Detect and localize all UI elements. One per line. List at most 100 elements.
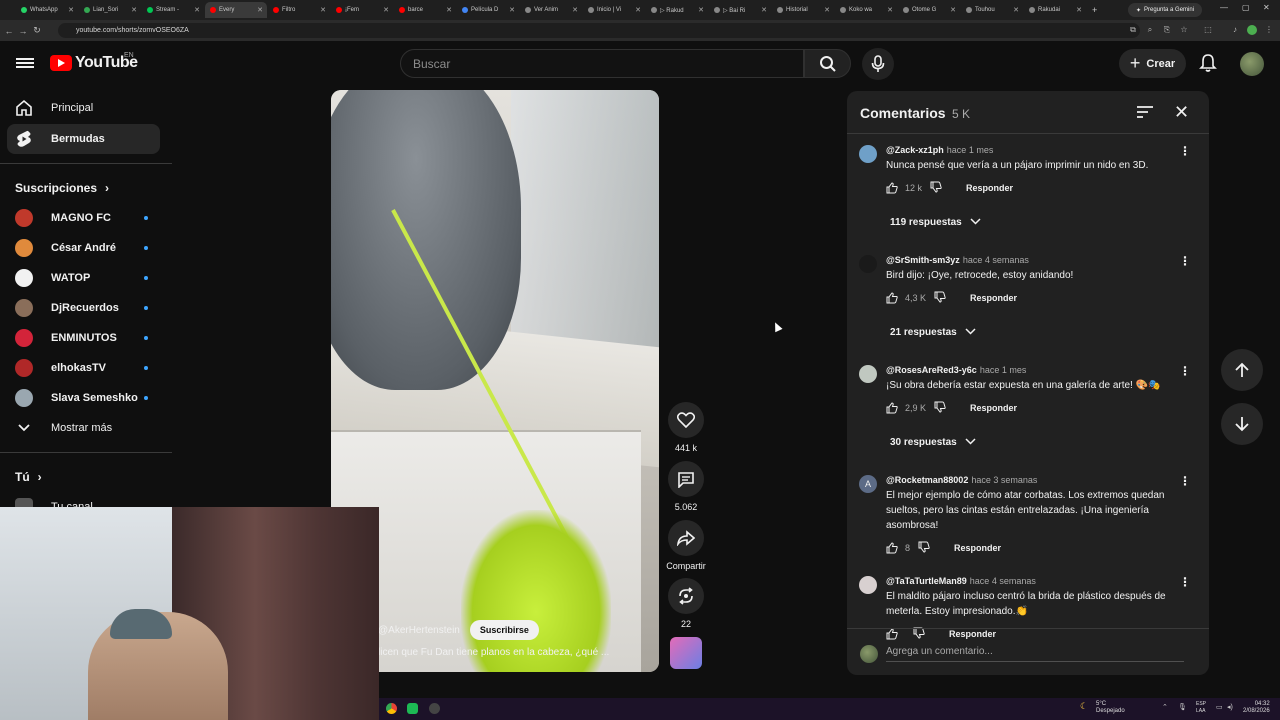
youtube-logo[interactable]: YouTube EN — [50, 52, 138, 72]
sidebar-subscription[interactable]: WATOP — [15, 267, 155, 289]
close-window-icon[interactable]: ✕ — [1263, 3, 1270, 12]
sidebar-subscription[interactable]: DjRecuerdos — [15, 297, 155, 319]
sidebar-item-bermudas[interactable]: Bermudas — [7, 124, 160, 154]
translate-icon[interactable]: ⧉ — [1128, 25, 1138, 35]
browser-tab[interactable]: ¡Fem ✕ — [331, 2, 393, 18]
browser-tab[interactable]: ▷ Bai Ri ✕ — [709, 2, 771, 18]
tab-close-icon[interactable]: ✕ — [572, 6, 578, 14]
commenter-avatar[interactable] — [859, 255, 877, 273]
browser-tab[interactable]: Touhou ✕ — [961, 2, 1023, 18]
close-icon[interactable]: ✕ — [1174, 103, 1189, 121]
tab-close-icon[interactable]: ✕ — [635, 6, 641, 14]
browser-tab[interactable]: WhatsApp ✕ — [16, 2, 78, 18]
tab-close-icon[interactable]: ✕ — [887, 6, 893, 14]
account-avatar[interactable] — [1240, 52, 1264, 76]
comment-time[interactable]: hace 3 semanas — [971, 475, 1037, 485]
thumbs-up-icon[interactable] — [886, 182, 898, 194]
comment-author[interactable]: @TaTaTurtleMan89 — [886, 576, 967, 586]
thumbs-down-icon[interactable] — [930, 181, 942, 195]
create-button[interactable]: + Crear — [1119, 49, 1186, 78]
browser-tab[interactable]: Stream - ✕ — [142, 2, 204, 18]
thumbs-up-icon[interactable] — [886, 402, 898, 414]
thumbs-down-icon[interactable] — [934, 291, 946, 305]
browser-tab[interactable]: Filtro ✕ — [268, 2, 330, 18]
maximize-icon[interactable]: ▢ — [1242, 3, 1250, 12]
reload-icon[interactable]: ↻ — [31, 25, 43, 36]
comment-time[interactable]: hace 4 semanas — [963, 255, 1029, 265]
tab-close-icon[interactable]: ✕ — [131, 6, 137, 14]
commenter-avatar[interactable] — [859, 145, 877, 163]
tab-close-icon[interactable]: ✕ — [509, 6, 515, 14]
thumbs-up-icon[interactable] — [886, 542, 898, 554]
comment-more-icon[interactable]: ⋮ — [1179, 576, 1191, 588]
browser-tab[interactable]: ▷ Rakud ✕ — [646, 2, 708, 18]
browser-tab[interactable]: Every ✕ — [205, 2, 267, 18]
view-replies-button[interactable]: 30 respuestas — [890, 437, 976, 448]
reply-button[interactable]: Responder — [970, 293, 1017, 303]
sidebar-subscription[interactable]: Slava Semeshko — [15, 387, 155, 409]
browser-tab[interactable]: Película D ✕ — [457, 2, 519, 18]
sidebar-subscription[interactable]: César André — [15, 237, 155, 259]
tray-chevron-icon[interactable]: ⌃ — [1162, 703, 1168, 711]
tab-close-icon[interactable]: ✕ — [824, 6, 830, 14]
tab-close-icon[interactable]: ✕ — [698, 6, 704, 14]
zoom-icon[interactable]: ⌕ — [1145, 25, 1155, 35]
gemini-button[interactable]: ✦ Pregunta a Gemini — [1128, 3, 1202, 17]
mic-tray-icon[interactable]: 🎙 — [1178, 703, 1187, 711]
network-icon[interactable]: ▭ — [1216, 703, 1223, 711]
bookmark-star-icon[interactable]: ☆ — [1179, 25, 1189, 35]
notifications-bell-icon[interactable] — [1198, 53, 1218, 73]
language-indicator[interactable]: ESP LAA — [1196, 701, 1206, 715]
previous-short-button[interactable] — [1221, 349, 1263, 391]
view-replies-button[interactable]: 21 respuestas — [890, 327, 976, 338]
menu-dots-icon[interactable]: ⋮ — [1264, 25, 1274, 35]
menu-hamburger-icon[interactable] — [16, 56, 34, 70]
comment-more-icon[interactable]: ⋮ — [1179, 145, 1191, 157]
next-short-button[interactable] — [1221, 403, 1263, 445]
comment-more-icon[interactable]: ⋮ — [1179, 365, 1191, 377]
reply-button[interactable]: Responder — [966, 183, 1013, 193]
browser-tab[interactable]: barce ✕ — [394, 2, 456, 18]
chrome-taskbar-icon[interactable] — [386, 703, 397, 714]
subscribe-button[interactable]: Suscribirse — [469, 620, 539, 640]
sidebar-subscription[interactable]: MAGNO FC — [15, 207, 155, 229]
channel-handle[interactable]: @AkerHertenstein — [378, 625, 460, 636]
reply-button[interactable]: Responder — [954, 543, 1001, 553]
comment-more-icon[interactable]: ⋮ — [1179, 255, 1191, 267]
clock[interactable]: 04:32 2/08/2026 — [1243, 701, 1270, 715]
tab-close-icon[interactable]: ✕ — [950, 6, 956, 14]
tab-close-icon[interactable]: ✕ — [761, 6, 767, 14]
back-icon[interactable]: ← — [3, 26, 15, 36]
commenter-avatar[interactable]: A — [859, 475, 877, 493]
add-comment-input[interactable]: Agrega un comentario... — [886, 646, 1184, 662]
cast-icon[interactable]: ⎘ — [1162, 25, 1172, 35]
thumbs-down-icon[interactable] — [918, 541, 930, 555]
comment-time[interactable]: hace 1 mes — [980, 365, 1027, 375]
search-button[interactable] — [804, 49, 851, 78]
url-field[interactable]: youtube.com/shorts/zomvOSEO6ZA — [58, 23, 1140, 38]
tab-close-icon[interactable]: ✕ — [1013, 6, 1019, 14]
thumbs-down-icon[interactable] — [934, 401, 946, 415]
remix-button[interactable] — [668, 578, 704, 614]
sidebar-subscription[interactable]: ENMINUTOS — [15, 327, 155, 349]
minimize-icon[interactable]: — — [1220, 3, 1228, 12]
tab-close-icon[interactable]: ✕ — [446, 6, 452, 14]
extensions-icon[interactable]: ⬚ — [1203, 25, 1213, 35]
you-header[interactable]: Tú › — [15, 470, 42, 484]
tab-close-icon[interactable]: ✕ — [1076, 6, 1082, 14]
reply-button[interactable]: Responder — [970, 403, 1017, 413]
obs-taskbar-icon[interactable] — [429, 703, 440, 714]
subscriptions-header[interactable]: Suscripciones › — [15, 181, 109, 195]
browser-tab[interactable]: Rakudai ✕ — [1024, 2, 1086, 18]
media-icon[interactable]: ♪ — [1230, 25, 1240, 35]
comment-more-icon[interactable]: ⋮ — [1179, 475, 1191, 487]
volume-icon[interactable]: ◂) — [1227, 703, 1233, 711]
forward-icon[interactable]: → — [17, 26, 29, 36]
tab-close-icon[interactable]: ✕ — [383, 6, 389, 14]
tab-close-icon[interactable]: ✕ — [320, 6, 326, 14]
comment-author[interactable]: @Zack-xz1ph — [886, 145, 944, 155]
comment-author[interactable]: @SrSmith-sm3yz — [886, 255, 960, 265]
show-more-button[interactable]: Mostrar más — [7, 413, 160, 443]
app-taskbar-icon[interactable] — [407, 703, 418, 714]
thumbs-up-icon[interactable] — [886, 292, 898, 304]
